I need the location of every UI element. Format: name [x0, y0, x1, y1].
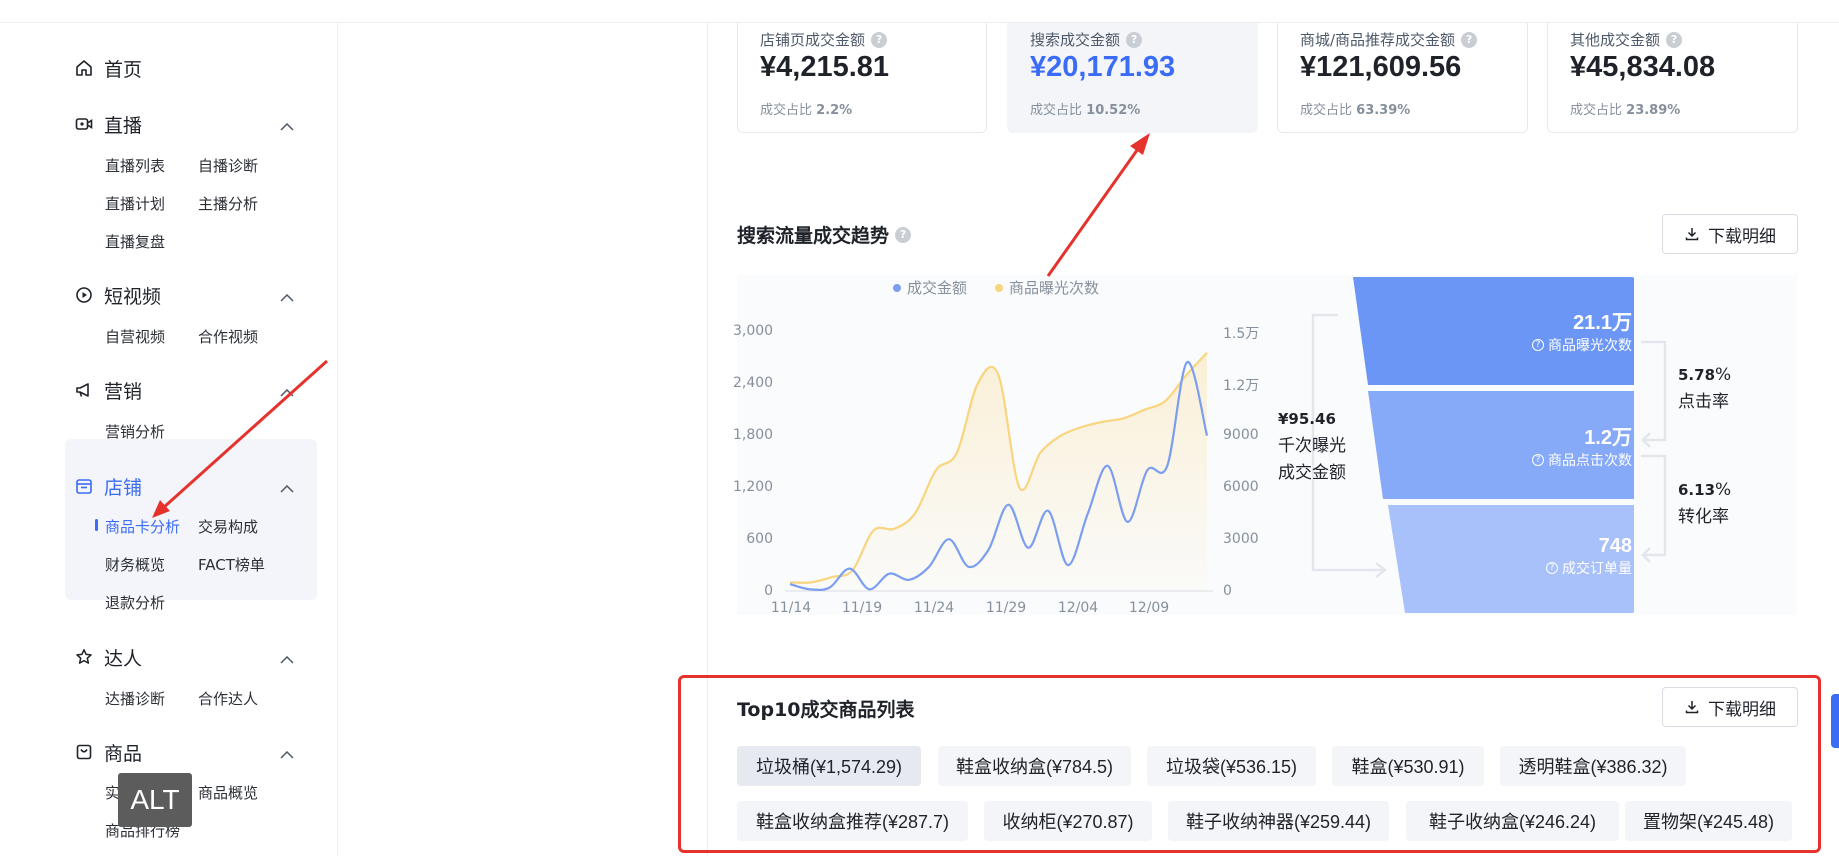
arrow-head-icon	[1130, 133, 1150, 155]
annotation-arrow-line	[161, 359, 329, 510]
annotation-arrows	[152, 133, 1150, 518]
annotation-arrow-line	[1046, 145, 1142, 277]
